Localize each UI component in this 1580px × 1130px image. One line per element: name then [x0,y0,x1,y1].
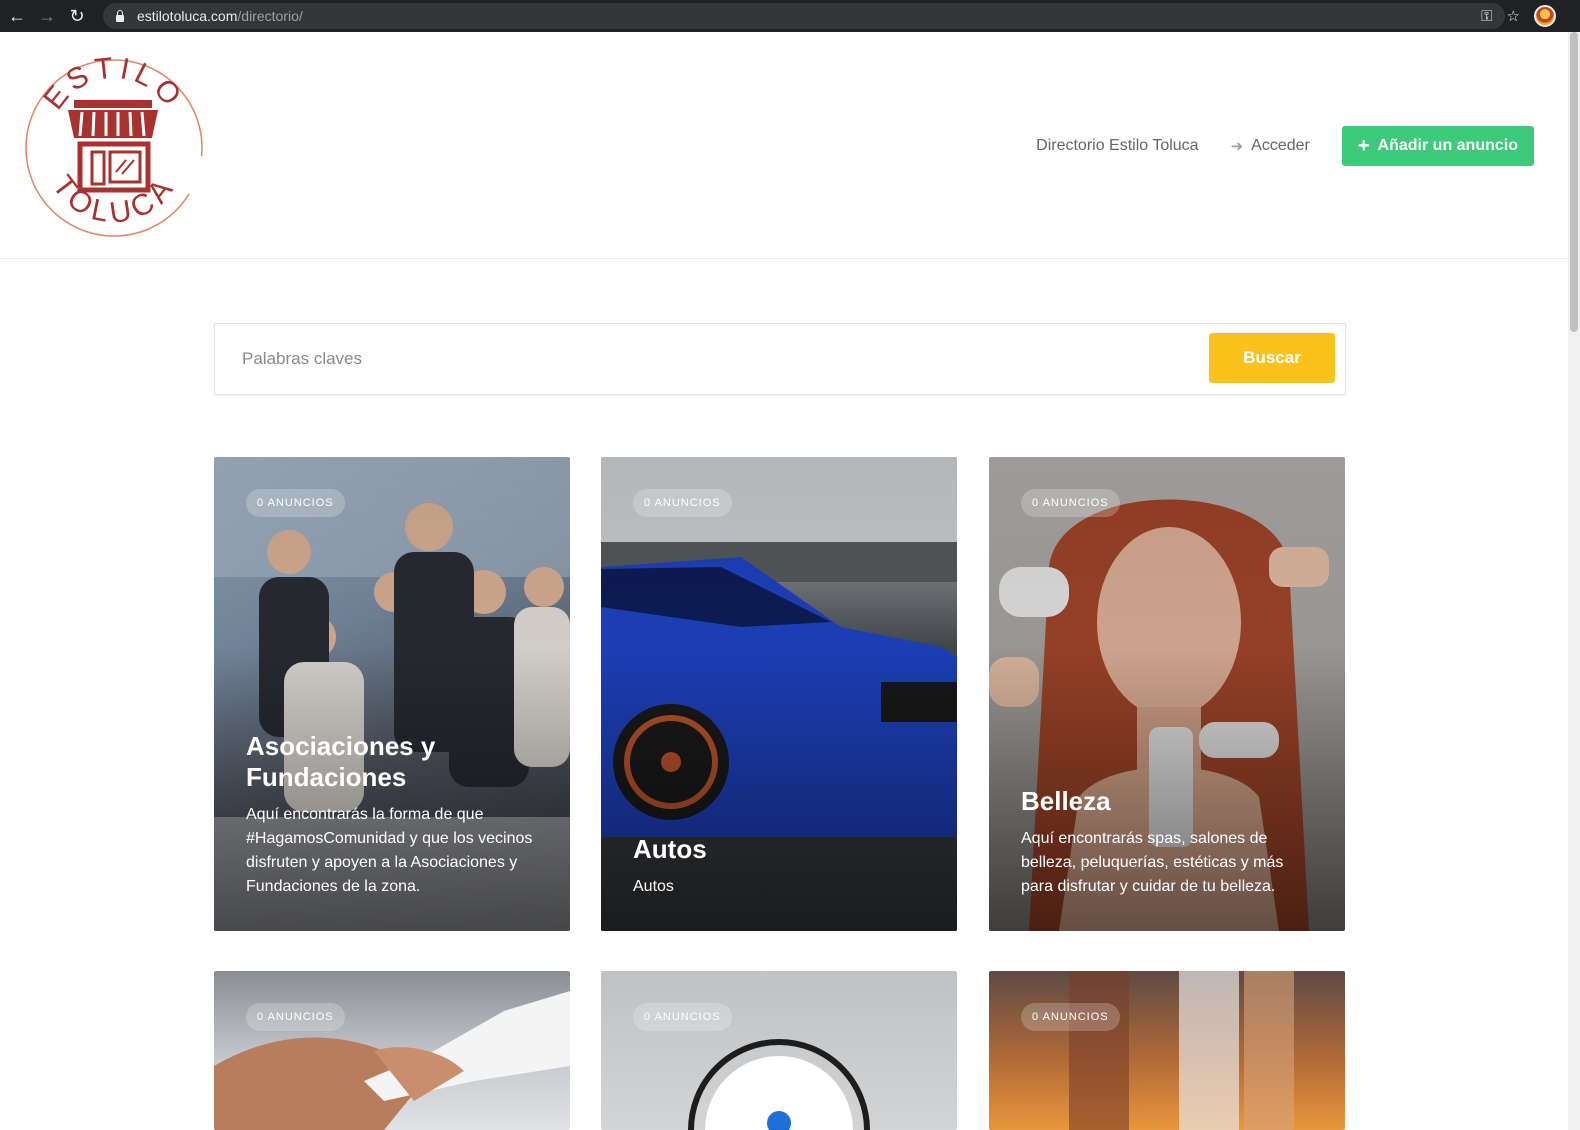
browser-toolbar: ← → ↻ estilotoluca.com/directorio/ ⚿ ☆ [0,0,1580,32]
card-title: Asociaciones y Fundaciones [246,731,436,792]
forward-icon[interactable]: → [32,2,62,30]
category-card[interactable]: 0 ANUNCIOS [601,971,957,1130]
nav-login-link[interactable]: ➜ Acceder [1231,137,1310,155]
handshake-photo-illustration [214,991,570,1130]
card-image [214,971,570,1130]
category-card[interactable]: 0 ANUNCIOS [989,971,1345,1130]
key-icon[interactable]: ⚿ [1481,8,1492,25]
listing-count-badge: 0 ANUNCIOS [246,489,345,517]
card-body: Asociaciones y Fundaciones Aquí encontra… [246,731,542,899]
listing-count-badge: 0 ANUNCIOS [633,489,732,517]
site-header: ESTILO TOLUCA Directorio Estilo Toluca ➜ [0,32,1568,259]
category-card-asociaciones[interactable]: 0 ANUNCIOS Asociaciones y Fundaciones Aq… [214,457,570,931]
plus-icon: + [1357,134,1370,157]
reload-icon[interactable]: ↻ [62,2,92,30]
listing-count-badge: 0 ANUNCIOS [1021,489,1120,517]
card-title: Autos [633,834,707,864]
card-description: Aquí encontrarás la forma de que #Hagamo… [246,806,533,895]
main-nav: Directorio Estilo Toluca ➜ Acceder + Aña… [1036,126,1534,166]
star-icon[interactable]: ☆ [1507,7,1520,25]
card-description: Autos [633,878,674,895]
site-logo[interactable]: ESTILO TOLUCA [21,48,207,244]
login-label: Acceder [1251,137,1310,154]
card-title: Belleza [1021,786,1111,816]
logo-graphic: ESTILO TOLUCA [21,51,207,241]
category-card-autos[interactable]: 0 ANUNCIOS Autos Autos [601,457,957,931]
back-icon[interactable]: ← [2,2,32,30]
url-host: estilotoluca.com [137,8,238,24]
card-image [601,971,957,1130]
page-scrollbar[interactable] [1568,32,1580,1130]
listing-count-badge: 0 ANUNCIOS [633,1003,732,1031]
category-card-belleza[interactable]: 0 ANUNCIOS Belleza Aquí encontrarás spas… [989,457,1345,931]
card-image [989,971,1345,1130]
search-form: Buscar [214,323,1346,395]
address-bar[interactable]: estilotoluca.com/directorio/ [103,3,1505,29]
category-card[interactable]: 0 ANUNCIOS [214,971,570,1130]
profile-avatar[interactable] [1534,5,1556,27]
listing-count-badge: 0 ANUNCIOS [1021,1003,1120,1031]
url-path: /directorio/ [237,8,303,24]
nav-directory-link[interactable]: Directorio Estilo Toluca [1036,137,1198,155]
add-listing-button[interactable]: + Añadir un anuncio [1341,126,1534,166]
card-body: Belleza Aquí encontrarás spas, salones d… [1021,786,1317,899]
listing-count-badge: 0 ANUNCIOS [246,1003,345,1031]
login-icon: ➜ [1230,138,1244,155]
fitness-photo-illustration [1069,971,1294,1130]
add-listing-label: Añadir un anuncio [1377,137,1518,154]
scroll-thumb[interactable] [1570,32,1578,332]
card-description: Aquí encontrarás spas, salones de bellez… [1021,830,1284,895]
search-button[interactable]: Buscar [1209,333,1335,383]
badge-photo-illustration [688,1039,870,1130]
keywords-search-input[interactable] [216,325,1196,393]
card-body: Autos Autos [633,834,929,899]
lock-icon [115,10,125,22]
